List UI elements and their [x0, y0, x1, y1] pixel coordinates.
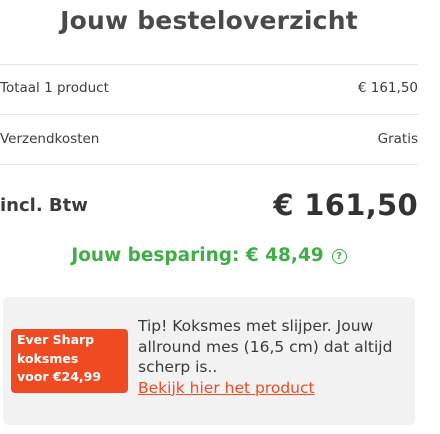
shipping-value: Gratis [377, 131, 418, 147]
tip-content: Tip! Koksmes met slijper. Jouw allround … [138, 316, 410, 398]
promo-badge[interactable]: Ever Sharp koksmes voor €24,99 [11, 329, 128, 393]
promo-badge-line: koksmes [17, 350, 79, 366]
divider [0, 64, 418, 65]
divider [0, 114, 418, 115]
tip-box: Ever Sharp koksmes voor €24,99 Tip! Koks… [3, 297, 415, 425]
promo-badge-line: Ever Sharp [17, 332, 95, 347]
tip-text: Tip! Koksmes met slijper. Jouw allround … [138, 317, 393, 376]
shipping-label: Verzendkosten [0, 131, 100, 147]
shipping-row: Verzendkosten Gratis [0, 131, 418, 147]
view-product-link[interactable]: Bekijk hier het product [138, 378, 410, 399]
page-title: Jouw besteloverzicht [60, 6, 358, 35]
savings-text: Jouw besparing: € 48,49 [71, 245, 324, 266]
subtotal-label: Totaal 1 product [0, 80, 109, 96]
total-label: incl. Btw [0, 194, 88, 216]
promo-badge-line: voor €24,99 [17, 369, 102, 384]
total-value: € 161,50 [273, 188, 418, 222]
divider [0, 164, 418, 165]
question-circle-icon[interactable]: ? [331, 249, 347, 264]
subtotal-row: Totaal 1 product € 161,50 [0, 80, 418, 96]
order-summary: Jouw besteloverzicht Totaal 1 product € … [0, 0, 440, 434]
savings-line: Jouw besparing: € 48,49 ? [0, 245, 418, 266]
total-row: incl. Btw € 161,50 [0, 188, 418, 222]
subtotal-value: € 161,50 [357, 80, 418, 96]
